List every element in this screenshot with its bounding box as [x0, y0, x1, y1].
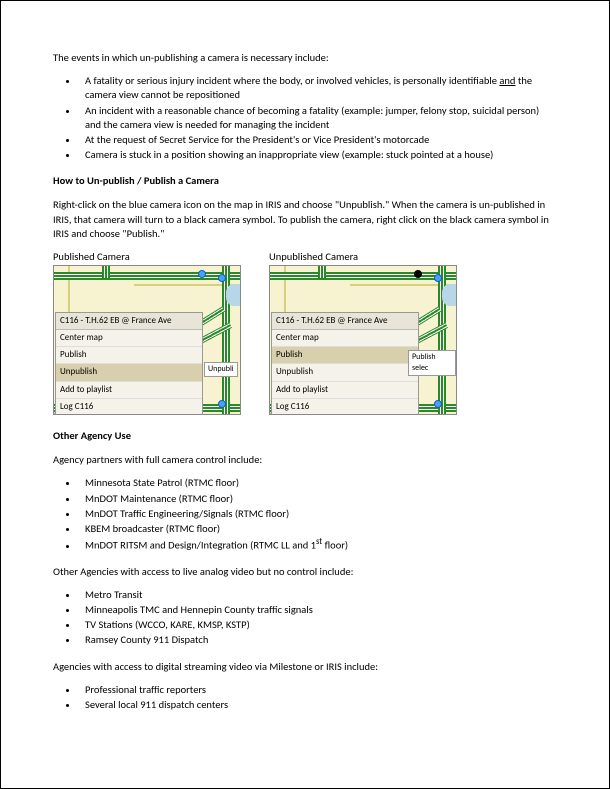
menu-log[interactable]: Log C116: [272, 399, 418, 415]
camera-icon-blue[interactable]: [434, 400, 442, 408]
intro-text: The events in which un-publishing a came…: [53, 51, 557, 65]
list-item: A fatality or serious injury incident wh…: [79, 74, 557, 102]
camera-icon-blue[interactable]: [218, 274, 226, 282]
menu-title: C116 - T.H.62 EB @ France Ave: [56, 313, 202, 330]
menu-publish[interactable]: Publish: [56, 347, 202, 364]
live-intro: Other Agencies with access to live analo…: [53, 565, 557, 579]
menu-center-map[interactable]: Center map: [272, 330, 418, 347]
list-item: Ramsey County 911 Dispatch: [79, 633, 557, 647]
map-row: Published Camera 17 C116 - T.H.62 EB @ F…: [53, 250, 557, 415]
partners-list: Minnesota State Patrol (RTMC floor) MnDOT…: [53, 476, 557, 552]
list-item: MnDOT Maintenance (RTMC floor): [79, 492, 557, 506]
list-item: Minnesota State Patrol (RTMC floor): [79, 476, 557, 490]
list-item: MnDOT RITSM and Design/Integration (RTMC…: [79, 537, 557, 553]
heading-other-agency: Other Agency Use: [53, 429, 557, 443]
menu-unpublish[interactable]: Unpublish: [56, 364, 202, 381]
menu-publish[interactable]: Publish: [272, 347, 418, 364]
list-item: TV Stations (WCCO, KARE, KMSP, KSTP): [79, 618, 557, 632]
camera-icon-blue[interactable]: [434, 274, 442, 282]
list-item: An incident with a reasonable chance of …: [79, 104, 557, 132]
published-col: Published Camera 17 C116 - T.H.62 EB @ F…: [53, 250, 241, 415]
heading-howto: How to Un-publish / Publish a Camera: [53, 174, 557, 188]
events-list: A fatality or serious injury incident wh…: [53, 74, 557, 162]
list-item: At the request of Secret Service for the…: [79, 133, 557, 147]
unpublished-label: Unpublished Camera: [269, 250, 457, 264]
list-item: KBEM broadcaster (RTMC floor): [79, 522, 557, 536]
camera-icon-blue[interactable]: [198, 270, 206, 278]
list-item: MnDOT Traffic Engineering/Signals (RTMC …: [79, 507, 557, 521]
context-menu-published: C116 - T.H.62 EB @ France Ave Center map…: [55, 312, 203, 415]
list-item: Professional traffic reporters: [79, 683, 557, 697]
published-map: 17 C116 - T.H.62 EB @ France Ave Center …: [53, 265, 241, 415]
digital-intro: Agencies with access to digital streamin…: [53, 660, 557, 674]
menu-title: C116 - T.H.62 EB @ France Ave: [272, 313, 418, 330]
menu-add-playlist[interactable]: Add to playlist: [56, 382, 202, 399]
context-menu-unpublished: C116 - T.H.62 EB @ France Ave Center map…: [271, 312, 419, 415]
menu-log[interactable]: Log C116: [56, 399, 202, 415]
partners-intro: Agency partners with full camera control…: [53, 453, 557, 467]
menu-center-map[interactable]: Center map: [56, 330, 202, 347]
list-item: Minneapolis TMC and Hennepin County traf…: [79, 603, 557, 617]
list-item: Several local 911 dispatch centers: [79, 698, 557, 712]
unpublished-col: Unpublished Camera 17 C116 - T.H.62 EB @…: [269, 250, 457, 415]
camera-icon-black[interactable]: [414, 270, 422, 278]
tooltip-unpublish: Unpubli: [204, 362, 238, 377]
published-label: Published Camera: [53, 250, 241, 264]
menu-add-playlist[interactable]: Add to playlist: [272, 382, 418, 399]
list-item: Metro Transit: [79, 588, 557, 602]
unpublished-map: 17 C116 - T.H.62 EB @ France Ave Center …: [269, 265, 457, 415]
menu-unpublish[interactable]: Unpublish: [272, 364, 418, 381]
tooltip-publish: Publish selec: [408, 350, 456, 376]
list-item: Camera is stuck in a position showing an…: [79, 148, 557, 162]
camera-icon-blue[interactable]: [218, 400, 226, 408]
digital-list: Professional traffic reportersSeveral lo…: [53, 683, 557, 712]
instructions-text: Right-click on the blue camera icon on t…: [53, 198, 557, 241]
live-list: Metro TransitMinneapolis TMC and Hennepi…: [53, 588, 557, 648]
